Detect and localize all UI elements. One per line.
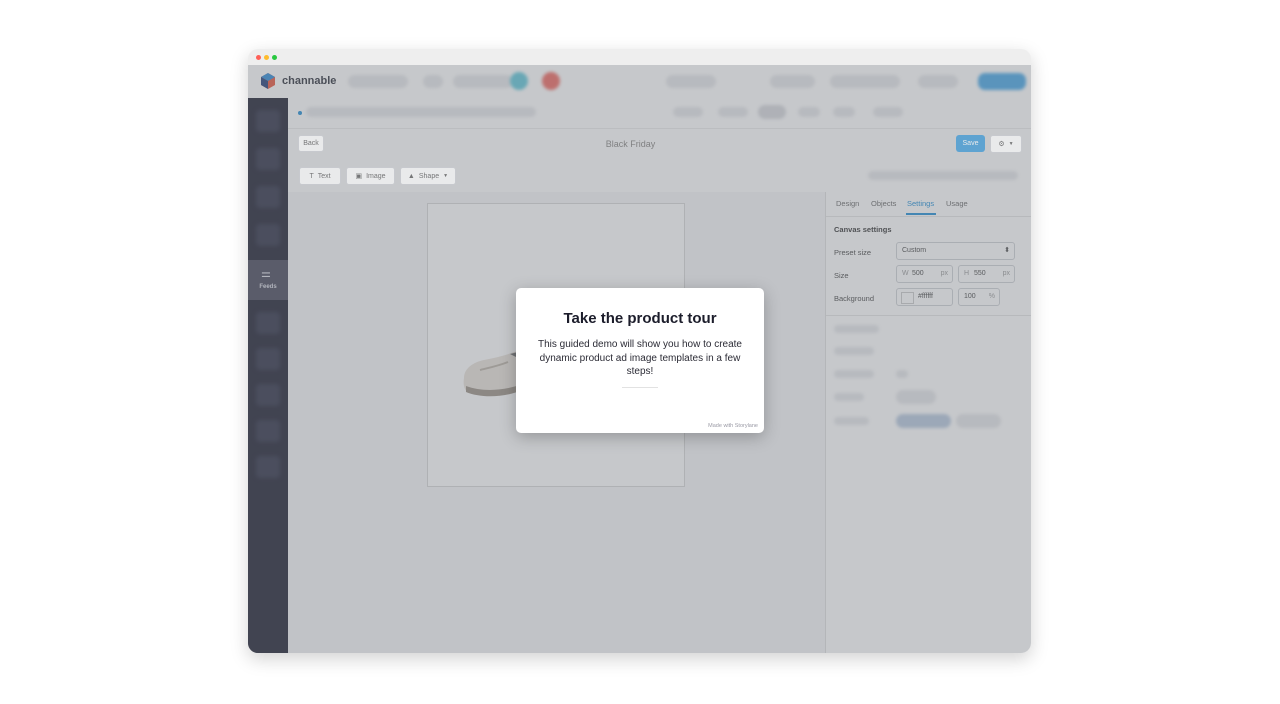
- modal-title: Take the product tour: [563, 310, 717, 327]
- modal-divider: [622, 387, 658, 388]
- modal-body: This guided demo will show you how to cr…: [538, 339, 742, 377]
- minimize-window-dot[interactable]: [264, 55, 269, 60]
- maximize-window-dot[interactable]: [272, 55, 277, 60]
- close-window-dot[interactable]: [256, 55, 261, 60]
- window-titlebar: [248, 49, 1031, 65]
- product-tour-modal: Take the product tour This guided demo w…: [516, 288, 764, 433]
- storylane-credit-link[interactable]: Made with Storylane: [708, 423, 758, 429]
